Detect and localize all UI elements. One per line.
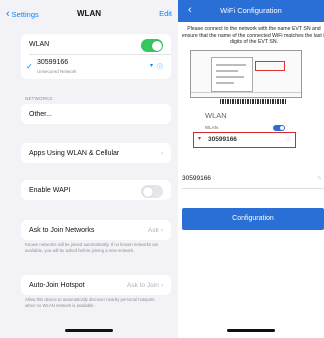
apps-using-wlan-row[interactable]: Apps Using WLAN & Cellular › bbox=[21, 143, 171, 163]
chevron-left-icon: ‹ bbox=[6, 8, 10, 20]
ios-wlan-settings: ‹ Settings WLAN Edit WLAN ✓ 30599166 Uns… bbox=[0, 0, 178, 338]
other-label: Other... bbox=[29, 110, 52, 118]
wlan-label: WLAN bbox=[29, 40, 50, 48]
ask-join-row[interactable]: Ask to Join Networks Ask › bbox=[21, 220, 171, 240]
home-indicator bbox=[65, 329, 113, 332]
auto-join-label: Auto-Join Hotspot bbox=[29, 281, 85, 289]
checkmark-icon: ✓ bbox=[26, 62, 33, 71]
networks-card: Other... bbox=[21, 104, 171, 124]
wapi-row: Enable WAPI bbox=[21, 180, 171, 200]
info-icon: ⓘ bbox=[285, 137, 291, 143]
ask-join-label: Ask to Join Networks bbox=[29, 226, 95, 234]
chevron-right-icon: › bbox=[160, 149, 163, 157]
ssid-field[interactable]: 30599166 ✎ bbox=[182, 172, 324, 189]
wlan-card: WLAN ✓ 30599166 Unsecured Network ▾ ⓘ bbox=[21, 34, 171, 79]
other-network-row[interactable]: Other... bbox=[21, 104, 171, 124]
wapi-card: Enable WAPI bbox=[21, 180, 171, 200]
instruction-text: Please connect to the network with the n… bbox=[181, 26, 324, 46]
ask-join-value: Ask bbox=[147, 226, 159, 234]
toggle-knob bbox=[151, 40, 162, 51]
sn-highlight-box bbox=[255, 61, 285, 71]
wlan-row: WLAN bbox=[21, 34, 171, 54]
toggle-knob bbox=[142, 186, 153, 197]
wapi-label: Enable WAPI bbox=[29, 186, 71, 194]
edit-button[interactable]: Edit bbox=[159, 9, 172, 18]
wifi-configuration-screen: ‹ WiFi Configuration Please connect to t… bbox=[178, 0, 324, 338]
wapi-toggle[interactable] bbox=[141, 185, 163, 198]
back-button[interactable]: ‹ Settings bbox=[6, 9, 39, 20]
apps-label: Apps Using WLAN & Cellular bbox=[29, 149, 120, 157]
auto-join-note: Allow this device to automatically disco… bbox=[25, 297, 155, 308]
chevron-right-icon: › bbox=[160, 281, 163, 289]
example-wlan-row: WLAN bbox=[205, 125, 219, 130]
device-label-illustration bbox=[190, 50, 302, 98]
example-wlan-title: WLAN bbox=[205, 111, 227, 120]
example-toggle bbox=[273, 125, 285, 131]
back-label: Settings bbox=[11, 10, 39, 19]
barcode-illustration bbox=[220, 99, 286, 104]
connected-network-row[interactable]: ✓ 30599166 Unsecured Network ▾ ⓘ bbox=[21, 55, 171, 79]
ask-join-card: Ask to Join Networks Ask › bbox=[21, 220, 171, 240]
network-status: Unsecured Network bbox=[37, 69, 77, 74]
ask-join-note: Known networks will be joined automatica… bbox=[25, 242, 159, 253]
edit-icon: ✎ bbox=[316, 176, 322, 182]
chevron-right-icon: › bbox=[160, 226, 163, 234]
wlan-example-illustration: WLAN WLAN ▾ 30599166 ⓘ bbox=[191, 108, 299, 162]
ssid-value: 30599166 bbox=[182, 175, 211, 182]
auto-join-value: Ask to Join bbox=[127, 281, 159, 289]
wifi-icon: ▾ bbox=[198, 136, 202, 142]
auto-join-card: Auto-Join Hotspot Ask to Join › bbox=[21, 275, 171, 295]
label-sticker bbox=[211, 57, 253, 92]
example-network-name: 30599166 bbox=[208, 136, 237, 143]
example-network-highlight: ▾ 30599166 ⓘ bbox=[193, 132, 296, 148]
apps-card: Apps Using WLAN & Cellular › bbox=[21, 143, 171, 163]
page-title: WiFi Configuration bbox=[220, 6, 282, 15]
wlan-toggle[interactable] bbox=[141, 39, 163, 52]
info-icon[interactable]: ⓘ bbox=[157, 62, 163, 71]
network-name: 30599166 bbox=[37, 59, 69, 66]
configuration-button[interactable]: Configuration bbox=[182, 208, 324, 230]
auto-join-row[interactable]: Auto-Join Hotspot Ask to Join › bbox=[21, 275, 171, 295]
nav-bar: ‹ Settings WLAN Edit bbox=[0, 6, 178, 26]
header-bar: ‹ WiFi Configuration bbox=[178, 0, 324, 22]
networks-header: NETWORKS bbox=[25, 96, 53, 101]
wifi-icon: ▾ bbox=[149, 63, 153, 69]
home-indicator bbox=[227, 329, 275, 332]
